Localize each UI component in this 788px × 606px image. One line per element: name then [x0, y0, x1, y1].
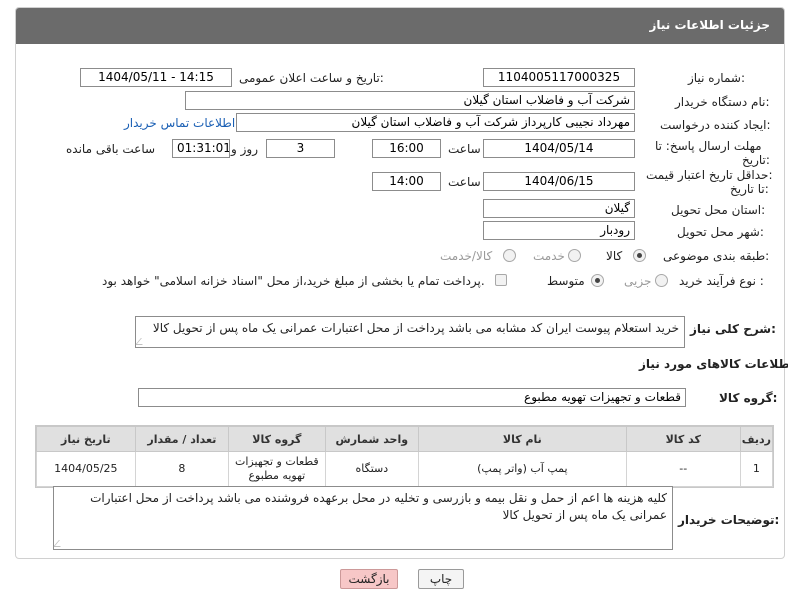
- announce-field[interactable]: 1404/05/11 - 14:15: [80, 68, 232, 87]
- buyer-notes-label: توضیحات خریدار:: [678, 513, 780, 527]
- process-radio-medium[interactable]: [591, 274, 604, 287]
- category-radio-both[interactable]: [503, 249, 516, 262]
- category-both-label: کالا/خدمت: [440, 249, 493, 263]
- cell-need-date: 1404/05/25: [36, 451, 136, 487]
- col-goods-name: نام کالا: [418, 426, 627, 452]
- price-date-field[interactable]: 1404/06/15: [483, 172, 635, 191]
- city-label: شهر محل تحویل:: [677, 225, 764, 239]
- days-field[interactable]: 3: [266, 139, 335, 158]
- goods-group-label: گروه کالا:: [719, 391, 778, 405]
- days-label: روز و: [231, 142, 258, 156]
- deadline-label-2: تاریخ:: [742, 153, 770, 167]
- process-radio-minor[interactable]: [655, 274, 668, 287]
- goods-section-title: اطلاعات کالاهای مورد نیاز: [639, 357, 788, 371]
- remaining-label: ساعت باقی مانده: [66, 142, 156, 156]
- contact-buyer-link[interactable]: اطلاعات تماس خریدار: [124, 116, 235, 130]
- category-service-label: خدمت: [533, 249, 565, 263]
- province-label: استان محل تحویل:: [671, 203, 766, 217]
- cell-quantity: 8: [134, 451, 230, 487]
- cell-unit: دستگاه: [324, 451, 420, 487]
- table-row[interactable]: 1 -- پمپ آب (واتر پمپ) دستگاه قطعات و تج…: [36, 451, 774, 487]
- cell-goods-name: پمپ آب (واتر پمپ): [418, 451, 627, 487]
- buyer-org-label: نام دستگاه خریدار:: [675, 95, 770, 109]
- need-number-label: شماره نیاز:: [688, 71, 746, 85]
- resize-handle-icon[interactable]: [53, 540, 66, 547]
- payment-note: پرداخت تمام یا بخشی از مبلغ خرید،از محل …: [102, 274, 485, 288]
- table-header-row: ردیف کد کالا نام کالا واحد شمارش گروه کا…: [36, 426, 774, 452]
- print-button[interactable]: چاپ: [418, 569, 464, 589]
- category-radio-service[interactable]: [568, 249, 581, 262]
- description-label: شرح کلی نیاز:: [690, 322, 776, 336]
- need-number-field[interactable]: 1104005117000325: [483, 68, 635, 87]
- category-goods-label: کالا: [606, 249, 623, 263]
- col-row-number: ردیف: [739, 426, 774, 452]
- description-field[interactable]: خرید استعلام پیوست ایران کد مشابه می باش…: [135, 316, 685, 348]
- description-text: خرید استعلام پیوست ایران کد مشابه می باش…: [152, 321, 679, 335]
- deadline-time-label: ساعت: [448, 142, 481, 156]
- process-label: نوع فرآیند خرید :: [679, 274, 764, 288]
- announce-label: تاریخ و ساعت اعلان عمومی:: [239, 71, 384, 85]
- buyer-notes-text: کلیه هزینه ها اعم از حمل و نقل بیمه و با…: [90, 491, 667, 522]
- goods-group-field[interactable]: قطعات و تجهیزات تهویه مطبوع: [138, 388, 686, 407]
- category-label: طبقه بندی موضوعی:: [663, 249, 770, 263]
- cell-row-number: 1: [739, 451, 774, 487]
- price-time-label: ساعت: [448, 175, 481, 189]
- buyer-notes-field[interactable]: کلیه هزینه ها اعم از حمل و نقل بیمه و با…: [53, 486, 673, 550]
- page-title: جزئیات اطلاعات نیاز: [649, 18, 770, 32]
- min-price-label-2: تا تاریخ:: [730, 182, 769, 196]
- deadline-label: مهلت ارسال پاسخ: تا: [655, 139, 762, 153]
- city-field[interactable]: رودبار: [483, 221, 635, 240]
- back-button[interactable]: بازگشت: [340, 569, 398, 589]
- panel-header: جزئیات اطلاعات نیاز: [16, 8, 784, 44]
- process-minor-label: جزیی: [624, 274, 652, 288]
- process-medium-label: متوسط: [547, 274, 585, 288]
- payment-checkbox[interactable]: [495, 274, 507, 286]
- province-field[interactable]: گیلان: [483, 199, 635, 218]
- deadline-date-field[interactable]: 1404/05/14: [483, 139, 635, 158]
- deadline-time-field[interactable]: 16:00: [372, 139, 441, 158]
- cell-goods-group: قطعات و تجهیزات تهویه مطبوع: [228, 451, 326, 487]
- cell-goods-code: --: [625, 451, 741, 487]
- col-goods-group: گروه کالا: [228, 426, 326, 452]
- requester-label: ایجاد کننده درخواست:: [660, 118, 771, 132]
- resize-handle-icon[interactable]: [135, 338, 148, 345]
- col-unit: واحد شمارش: [324, 426, 420, 452]
- category-radio-goods[interactable]: [633, 249, 646, 262]
- goods-table: ردیف کد کالا نام کالا واحد شمارش گروه کا…: [35, 425, 774, 488]
- col-quantity: تعداد / مقدار: [134, 426, 230, 452]
- buyer-org-field[interactable]: شرکت آب و فاضلاب استان گیلان: [185, 91, 635, 110]
- col-goods-code: کد کالا: [625, 426, 741, 452]
- min-price-label: حداقل تاریخ اعتبار قیمت:: [646, 168, 773, 182]
- requester-field[interactable]: مهرداد نجیبی کارپرداز شرکت آب و فاضلاب ا…: [236, 113, 635, 132]
- col-need-date: تاریخ نیاز: [36, 426, 136, 452]
- price-time-field[interactable]: 14:00: [372, 172, 441, 191]
- remaining-time-field[interactable]: 01:31:01: [172, 139, 230, 158]
